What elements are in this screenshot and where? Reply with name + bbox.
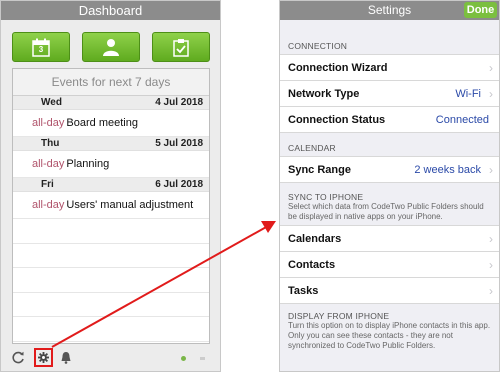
connection-wizard-cell[interactable]: Connection Wizard › [280, 55, 499, 81]
day-header: Fri 6 Jul 2018 [13, 178, 209, 192]
bell-icon[interactable] [60, 351, 72, 364]
done-button[interactable]: Done [464, 2, 497, 18]
day-date: 5 Jul 2018 [155, 138, 203, 149]
empty-row [13, 268, 209, 293]
chevron-right-icon: › [489, 257, 493, 272]
bottom-bar [1, 347, 220, 371]
user-button[interactable] [82, 32, 140, 62]
day-weekday: Wed [41, 97, 62, 108]
day-date: 6 Jul 2018 [155, 179, 203, 190]
cell-value: Connected [435, 113, 489, 126]
settings-titlebar: Settings Done [280, 1, 499, 20]
gear-icon[interactable] [38, 352, 49, 363]
cell-label: Network Type [288, 87, 360, 100]
day-header: Thu 5 Jul 2018 [13, 137, 209, 151]
pager-dot [200, 357, 205, 360]
dashboard-title: Dashboard [1, 1, 220, 20]
all-day-tag: all-day [32, 199, 65, 211]
connection-status-cell: Connection Status Connected [280, 107, 499, 133]
section-note: Select which data from CodeTwo Public Fo… [288, 202, 484, 221]
calendars-cell[interactable]: Calendars › [280, 226, 499, 252]
cell-label: Contacts [288, 258, 336, 271]
refresh-icon[interactable] [12, 351, 25, 364]
dashboard-screen: Dashboard 3 Events for next 7 days Wed 4… [0, 0, 221, 372]
tasks-cell[interactable]: Tasks › [280, 278, 499, 304]
chevron-right-icon: › [489, 86, 493, 101]
cell-label: Connection Wizard [288, 61, 388, 74]
event-title: Users' manual adjustment [66, 199, 194, 211]
cell-value: Wi-Fi [455, 87, 481, 100]
cell-label: Sync Range [288, 163, 351, 176]
chevron-right-icon: › [489, 231, 493, 246]
events-panel: Events for next 7 days Wed 4 Jul 2018 al… [12, 68, 210, 344]
settings-highlight [34, 348, 53, 367]
status-dot [181, 356, 186, 361]
section-header-display: DISPLAY FROM IPHONE [288, 311, 390, 321]
day-header: Wed 4 Jul 2018 [13, 96, 209, 110]
event-item[interactable]: all-day Users' manual adjustment [13, 192, 209, 219]
cell-label: Connection Status [288, 113, 386, 126]
section-header-sync: SYNC TO IPHONE [288, 192, 364, 202]
settings-title: Settings [367, 3, 412, 17]
chevron-right-icon: › [489, 283, 493, 298]
event-item[interactable]: all-day Board meeting [13, 110, 209, 137]
clipboard-check-icon [173, 38, 189, 57]
network-type-cell[interactable]: Network Type Wi-Fi › [280, 81, 499, 107]
empty-row [13, 293, 209, 317]
cell-label: Tasks [288, 284, 319, 297]
section-note: Turn this option on to display iPhone co… [288, 321, 491, 350]
chevron-right-icon: › [489, 162, 493, 177]
calendar-day-number: 3 [38, 44, 44, 54]
settings-screen: Settings Done CONNECTION Connection Wiza… [279, 0, 500, 372]
cell-label: Calendars [288, 232, 342, 245]
section-header-calendar: CALENDAR [288, 143, 336, 153]
event-title: Board meeting [66, 117, 138, 129]
section-header-connection: CONNECTION [288, 41, 348, 51]
empty-row [13, 317, 209, 342]
all-day-tag: all-day [32, 158, 65, 170]
day-weekday: Fri [41, 179, 54, 190]
cell-value: 2 weeks back [414, 163, 481, 176]
event-title: Planning [66, 158, 110, 170]
dashboard-toolbar: 3 [12, 32, 210, 62]
empty-row [13, 219, 209, 244]
event-item[interactable]: all-day Planning [13, 151, 209, 178]
all-day-tag: all-day [32, 117, 65, 129]
day-date: 4 Jul 2018 [155, 97, 203, 108]
day-weekday: Thu [41, 138, 60, 149]
calendar-icon: 3 [32, 38, 50, 57]
contacts-cell[interactable]: Contacts › [280, 252, 499, 278]
chevron-right-icon: › [489, 60, 493, 75]
empty-row [13, 244, 209, 268]
events-header: Events for next 7 days [13, 69, 209, 96]
tasks-button[interactable] [152, 32, 210, 62]
sync-range-cell[interactable]: Sync Range 2 weeks back › [280, 157, 499, 183]
calendar-button[interactable]: 3 [12, 32, 70, 62]
user-icon [103, 39, 119, 56]
